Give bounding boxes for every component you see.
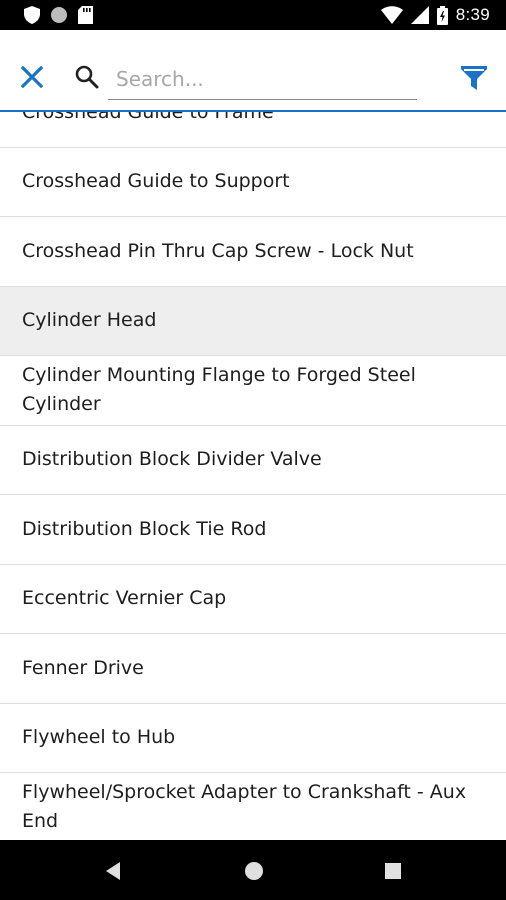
list-item[interactable]: Cylinder Mounting Flange to Forged Steel…: [0, 356, 506, 426]
list-item[interactable]: Eccentric Vernier Cap: [0, 564, 506, 634]
navigation-bar: [0, 840, 506, 900]
status-time: 8:39: [455, 5, 490, 24]
list-item-label: Cylinder Mounting Flange to Forged Steel…: [22, 364, 416, 416]
back-button[interactable]: [97, 855, 129, 887]
filter-icon: [461, 66, 487, 90]
sd-card-icon: [78, 6, 93, 24]
battery-icon: [436, 5, 448, 25]
recents-button[interactable]: [377, 855, 409, 887]
list-item[interactable]: Flywheel to Hub: [0, 703, 506, 773]
close-icon: [21, 66, 43, 88]
list-item-label: Crosshead Guide to Frame: [22, 110, 274, 123]
home-button[interactable]: [238, 855, 270, 887]
search-input[interactable]: [108, 62, 417, 100]
shield-icon: [24, 6, 40, 24]
list-item-label: Cylinder Head: [22, 309, 157, 332]
list-item-label: Crosshead Guide to Support: [22, 170, 290, 193]
list-item-label: Eccentric Vernier Cap: [22, 587, 227, 610]
status-bar: 8:39: [0, 0, 506, 30]
search-icon: [75, 65, 99, 89]
list-item-label: Distribution Block Tie Rod: [22, 517, 267, 540]
recents-icon: [385, 863, 401, 879]
list-item[interactable]: Crosshead Pin Thru Cap Screw - Lock Nut: [0, 217, 506, 287]
home-icon: [245, 862, 263, 880]
status-left-icons: [24, 5, 93, 25]
list-item-label: Flywheel to Hub: [22, 726, 176, 749]
filter-button[interactable]: [458, 63, 490, 93]
list-item[interactable]: Fenner Drive: [0, 634, 506, 704]
list-item[interactable]: Distribution Block Tie Rod: [0, 495, 506, 565]
status-right-icons: 8:39: [380, 5, 490, 25]
close-button[interactable]: [17, 62, 47, 92]
search-toolbar: [0, 30, 506, 110]
back-icon: [106, 862, 120, 880]
list-item[interactable]: Crosshead Guide to Frame: [0, 110, 506, 148]
list-item-label: Distribution Block Divider Valve: [22, 448, 322, 471]
item-list-content: Crosshead Guide to Frame Crosshead Guide…: [0, 110, 506, 840]
list-item-selected[interactable]: Cylinder Head: [0, 286, 506, 356]
circle-icon: [51, 7, 67, 23]
list-item-label: Crosshead Pin Thru Cap Screw - Lock Nut: [22, 239, 414, 262]
list-item[interactable]: Distribution Block Divider Valve: [0, 425, 506, 495]
item-list[interactable]: Crosshead Guide to Frame Crosshead Guide…: [0, 110, 506, 840]
list-item-label: Flywheel/Sprocket Adapter to Crankshaft …: [22, 781, 467, 833]
list-item[interactable]: Flywheel/Sprocket Adapter to Crankshaft …: [0, 773, 506, 840]
list-item-label: Fenner Drive: [22, 656, 144, 679]
list-item[interactable]: Crosshead Guide to Support: [0, 147, 506, 217]
wifi-icon: [380, 6, 403, 24]
cell-signal-icon: [410, 6, 429, 24]
